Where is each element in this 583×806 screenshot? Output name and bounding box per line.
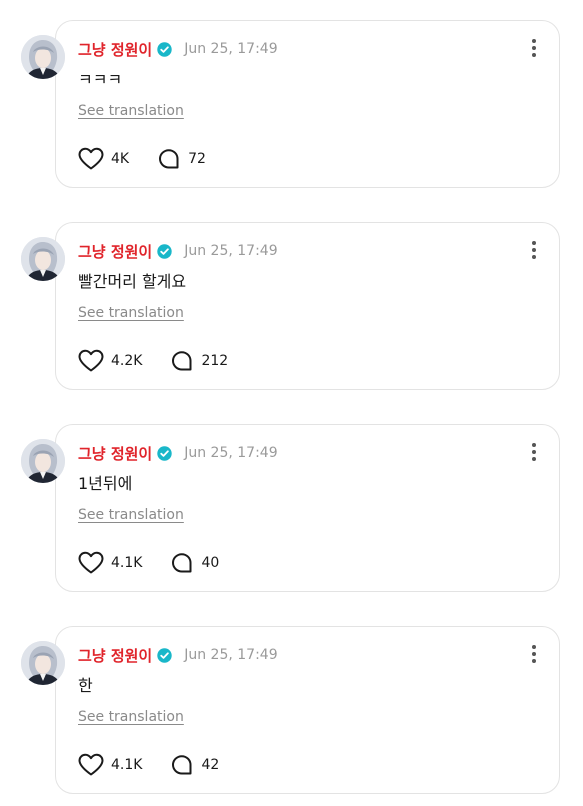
like-count: 4.1K (111, 555, 143, 571)
post-text: 빨간머리 할게요 (78, 272, 187, 291)
comment-count: 40 (201, 555, 220, 571)
comment-count: 212 (201, 353, 229, 369)
like-button[interactable]: 4.1K (78, 753, 142, 777)
avatar[interactable] (21, 35, 65, 79)
avatar[interactable] (21, 237, 65, 281)
heart-icon (78, 753, 104, 777)
post-timestamp: Jun 25, 17:49 (184, 243, 278, 259)
comment-button[interactable]: 212 (170, 349, 228, 373)
comment-bubble-icon (170, 551, 194, 575)
verified-badge-icon (157, 41, 172, 57)
like-button[interactable]: 4K (78, 147, 129, 171)
like-button[interactable]: 4.2K (78, 349, 142, 373)
comment-button[interactable]: 42 (170, 753, 219, 777)
comment-bubble-icon (157, 147, 181, 171)
comment-bubble-icon (170, 753, 194, 777)
post-timestamp: Jun 25, 17:49 (184, 445, 278, 461)
post-text: 1년뒤에 (78, 474, 133, 493)
heart-icon (78, 349, 104, 373)
see-translation-link[interactable]: See translation (78, 507, 184, 523)
post-actions: 4K 72 (78, 147, 234, 171)
post-card[interactable]: 그냥 정원이 Jun 25, 17:49 ㅋㅋㅋ See translation (55, 20, 560, 188)
verified-badge-icon (157, 647, 172, 663)
more-options-icon[interactable] (531, 240, 537, 260)
like-count: 4.2K (111, 353, 143, 369)
post-actions: 4.2K 212 (78, 349, 256, 373)
post-card[interactable]: 그냥 정원이 Jun 25, 17:49 빨간머리 할게요 See transl… (55, 222, 560, 390)
post-actions: 4.1K 40 (78, 551, 247, 575)
heart-icon (78, 147, 104, 171)
post-card[interactable]: 그냥 정원이 Jun 25, 17:49 한 See translation 4… (55, 626, 560, 794)
like-count: 4K (111, 151, 130, 167)
avatar[interactable] (21, 641, 65, 685)
heart-icon (78, 551, 104, 575)
post: 그냥 정원이 Jun 25, 17:49 한 See translation 4… (0, 626, 583, 806)
avatar[interactable] (21, 439, 65, 483)
author-name[interactable]: 그냥 정원이 (78, 241, 152, 262)
author-name[interactable]: 그냥 정원이 (78, 443, 152, 464)
see-translation-link[interactable]: See translation (78, 305, 184, 321)
post-header: 그냥 정원이 Jun 25, 17:49 (78, 240, 278, 262)
post-timestamp: Jun 25, 17:49 (184, 647, 278, 663)
verified-badge-icon (157, 243, 172, 259)
post-card[interactable]: 그냥 정원이 Jun 25, 17:49 1년뒤에 See translatio… (55, 424, 560, 592)
see-translation-link[interactable]: See translation (78, 709, 184, 725)
post: 그냥 정원이 Jun 25, 17:49 빨간머리 할게요 See transl… (0, 222, 583, 402)
post-header: 그냥 정원이 Jun 25, 17:49 (78, 644, 278, 666)
more-options-icon[interactable] (531, 644, 537, 664)
post: 그냥 정원이 Jun 25, 17:49 1년뒤에 See translatio… (0, 424, 583, 604)
comment-button[interactable]: 40 (170, 551, 219, 575)
post-text: ㅋㅋㅋ (78, 70, 123, 89)
post-text: 한 (78, 676, 93, 695)
like-button[interactable]: 4.1K (78, 551, 142, 575)
post: 그냥 정원이 Jun 25, 17:49 ㅋㅋㅋ See translation (0, 20, 583, 200)
verified-badge-icon (157, 445, 172, 461)
comment-count: 72 (188, 151, 206, 167)
like-count: 4.1K (111, 757, 143, 773)
post-actions: 4.1K 42 (78, 753, 247, 777)
post-header: 그냥 정원이 Jun 25, 17:49 (78, 38, 278, 60)
comment-button[interactable]: 72 (157, 147, 206, 171)
comment-count: 42 (201, 757, 220, 773)
more-options-icon[interactable] (531, 442, 537, 462)
author-name[interactable]: 그냥 정원이 (78, 39, 152, 60)
post-header: 그냥 정원이 Jun 25, 17:49 (78, 442, 278, 464)
more-options-icon[interactable] (531, 38, 537, 58)
author-name[interactable]: 그냥 정원이 (78, 645, 152, 666)
see-translation-link[interactable]: See translation (78, 103, 184, 119)
comment-bubble-icon (170, 349, 194, 373)
post-timestamp: Jun 25, 17:49 (184, 41, 278, 57)
